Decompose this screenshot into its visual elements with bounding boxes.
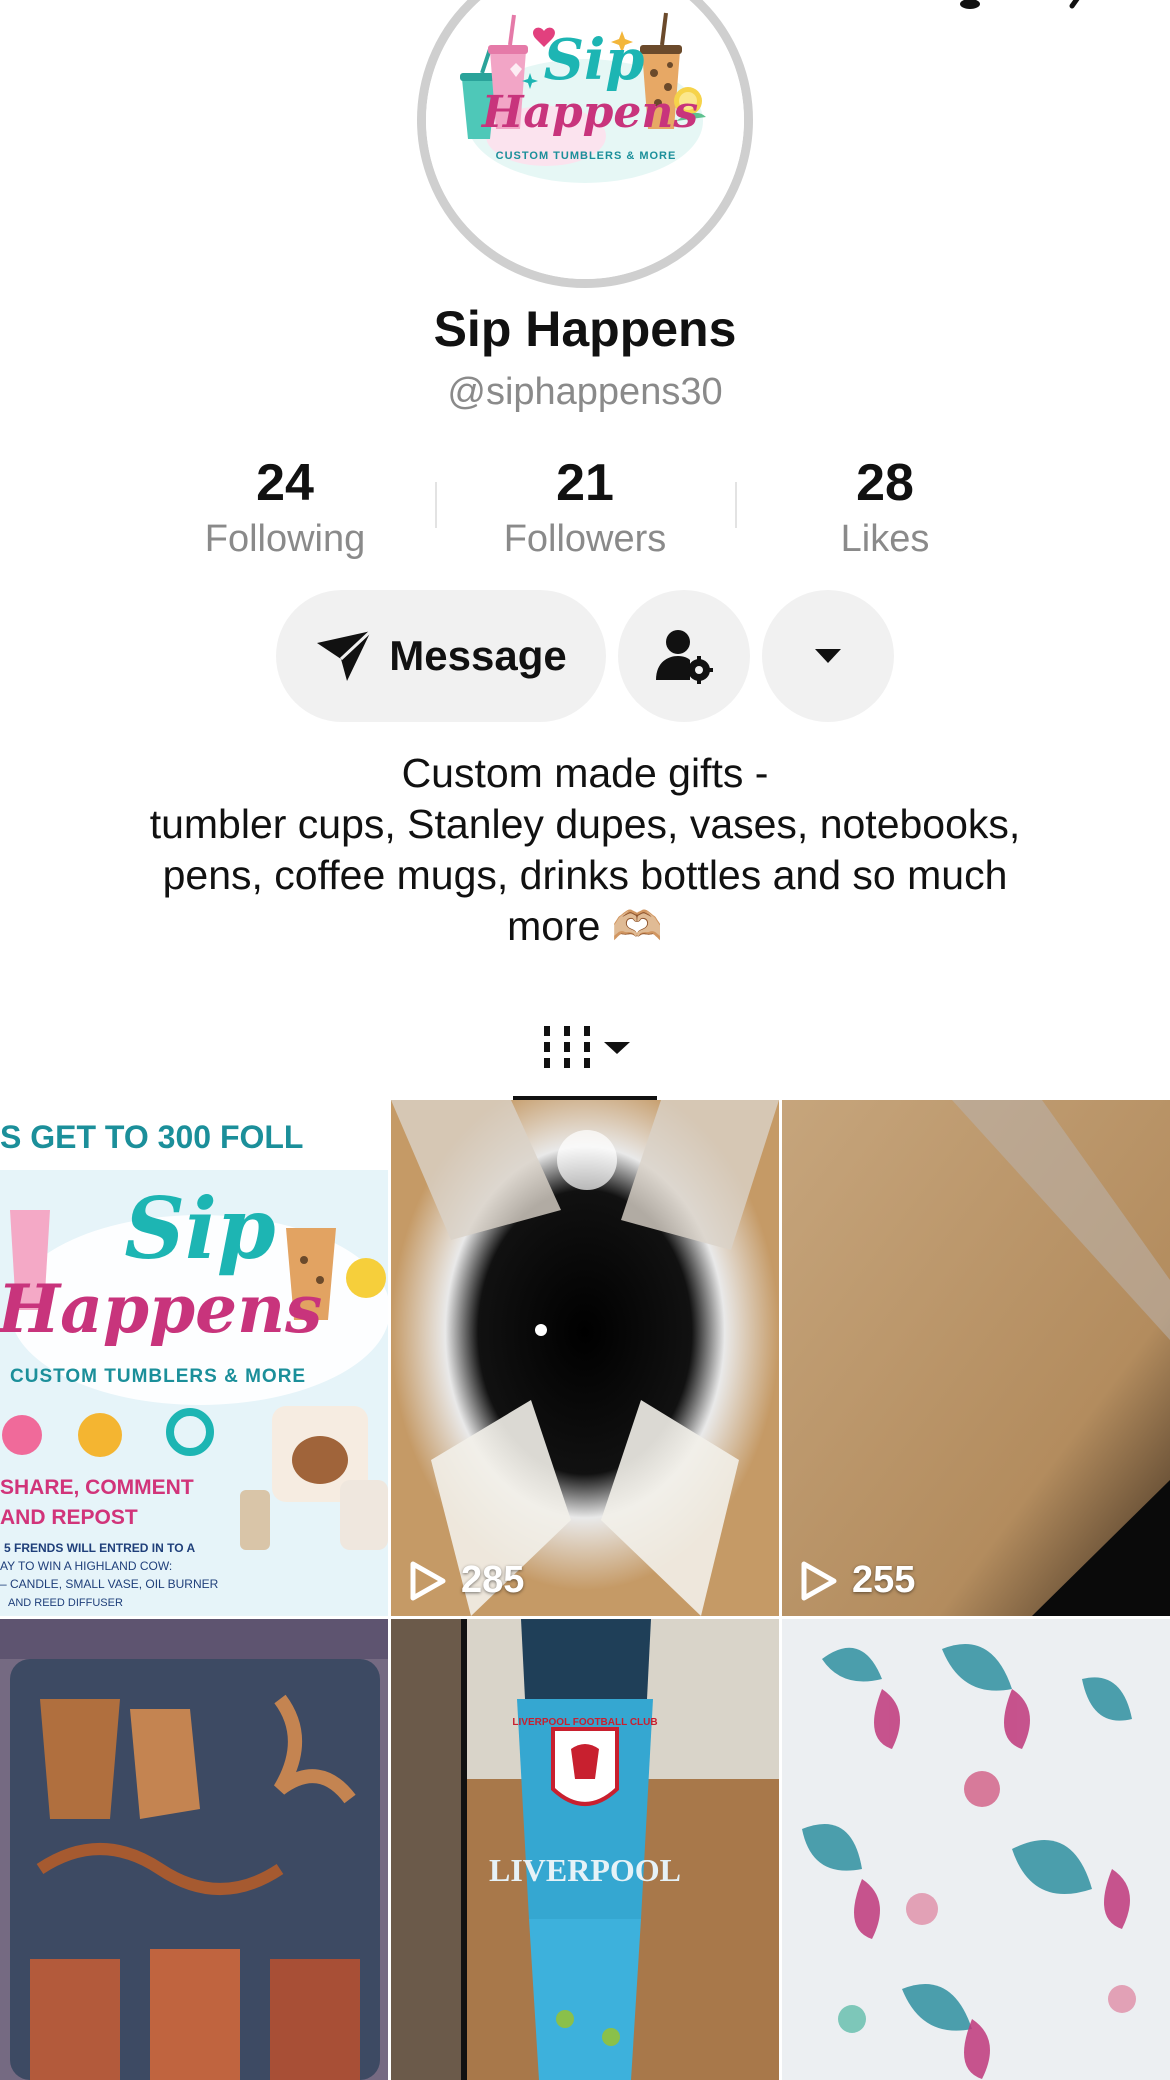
bio-line: more 🫶🏼 xyxy=(507,903,663,949)
thumbnail-logo-happens: Happens xyxy=(0,1270,322,1348)
user-settings-icon xyxy=(656,630,713,684)
brand-text: LIVERPOOL xyxy=(489,1852,681,1888)
thumbnail-fine-print: AY TO WIN A HIGHLAND COW: xyxy=(0,1559,172,1573)
likes-count: 28 xyxy=(856,454,914,512)
followers-count: 21 xyxy=(556,454,614,512)
notification-bell-icon[interactable] xyxy=(952,0,982,12)
profile-avatar[interactable]: Sip Happens CUSTOM TUMBLERS & MORE xyxy=(417,0,753,288)
followers-label: Followers xyxy=(503,518,667,560)
grid-tab-icon[interactable] xyxy=(540,1014,640,1074)
thumbnail-logo-sip: Sip xyxy=(124,1179,275,1278)
thumbnail-tagline: CUSTOM TUMBLERS & MORE xyxy=(10,1366,306,1387)
display-name: Sip Happens xyxy=(433,301,737,357)
view-count-value: 285 xyxy=(461,1559,525,1601)
user-settings-button[interactable] xyxy=(618,590,750,722)
profile-bio: Custom made gifts - tumbler cups, Stanle… xyxy=(60,748,1110,952)
more-options-button[interactable] xyxy=(762,590,894,722)
view-count-value: 255 xyxy=(852,1559,916,1601)
sip-happens-logo: Sip Happens CUSTOM TUMBLERS & MORE xyxy=(426,0,744,279)
username-handle: @siphappens30 xyxy=(447,371,723,413)
thumbnail-cta: SHARE, COMMENT xyxy=(0,1476,194,1499)
thumbnail-text-overlay: LIVERPOOL FOOTBALL CLUB LIVERPOOL xyxy=(489,1717,681,1888)
bio-line: Custom made gifts - xyxy=(401,750,769,796)
thumbnail-fine-print: 5 FRENDS WILL ENTRED IN TO A xyxy=(4,1541,195,1555)
back-arrow-icon[interactable] xyxy=(48,0,78,12)
bio-line: pens, coffee mugs, drinks bottles and so… xyxy=(162,852,1008,898)
profile-stats: 24 Following 21 Followers 28 Likes xyxy=(135,452,1035,562)
send-icon xyxy=(317,629,373,681)
thumbnail-image xyxy=(782,1619,1170,2080)
video-thumbnail[interactable]: S GET TO 300 FOLL Sip Happens CUSTOM TUM… xyxy=(0,1100,388,1616)
thumbnail-image xyxy=(391,1100,779,1616)
thumbnail-image xyxy=(0,1619,388,2080)
thumbnail-cta: AND REPOST xyxy=(0,1506,138,1529)
play-icon xyxy=(410,1561,446,1600)
video-thumbnail[interactable]: 255 xyxy=(782,1100,1170,1616)
video-grid: S GET TO 300 FOLL Sip Happens CUSTOM TUM… xyxy=(0,1100,1170,2080)
logo-tagline: CUSTOM TUMBLERS & MORE xyxy=(496,150,677,162)
stat-divider xyxy=(435,482,437,528)
content-tab-bar xyxy=(0,1004,1170,1102)
stat-following[interactable]: 24 Following xyxy=(135,452,435,562)
following-count: 24 xyxy=(256,454,314,512)
following-label: Following xyxy=(204,518,366,560)
likes-label: Likes xyxy=(840,518,930,560)
stat-divider xyxy=(735,482,737,528)
thumbnail-fine-print: – CANDLE, SMALL VASE, OIL BURNER xyxy=(0,1577,219,1591)
message-button-label: Message xyxy=(389,632,567,679)
view-count: 285 xyxy=(409,1559,524,1602)
video-thumbnail[interactable]: LIVERPOOL FOOTBALL CLUB LIVERPOOL xyxy=(391,1619,779,2080)
video-thumbnail[interactable] xyxy=(782,1619,1170,2080)
video-thumbnail[interactable] xyxy=(0,1619,388,2080)
view-count: 255 xyxy=(800,1559,915,1602)
message-button[interactable]: Message xyxy=(276,590,606,722)
bio-line: tumbler cups, Stanley dupes, vases, note… xyxy=(149,801,1021,847)
logo-text-happens: Happens xyxy=(480,87,698,138)
crest-text: LIVERPOOL FOOTBALL CLUB xyxy=(512,1717,657,1728)
profile-actions: Message xyxy=(276,590,894,722)
video-thumbnail[interactable]: 285 xyxy=(391,1100,779,1616)
share-icon[interactable] xyxy=(1052,0,1092,14)
logo-text-sip: Sip xyxy=(544,27,645,93)
thumbnail-headline: S GET TO 300 FOLL xyxy=(0,1119,303,1155)
thumbnail-fine-print: AND REED DIFFUSER xyxy=(8,1597,123,1609)
thumbnail-image xyxy=(782,1100,1170,1616)
thumbnail-text-overlay: S GET TO 300 FOLL Sip Happens CUSTOM TUM… xyxy=(0,1119,322,1609)
stat-likes[interactable]: 28 Likes xyxy=(735,452,1035,562)
stat-followers[interactable]: 21 Followers xyxy=(435,452,735,562)
play-icon xyxy=(801,1561,837,1600)
dropdown-caret-icon xyxy=(815,649,841,663)
